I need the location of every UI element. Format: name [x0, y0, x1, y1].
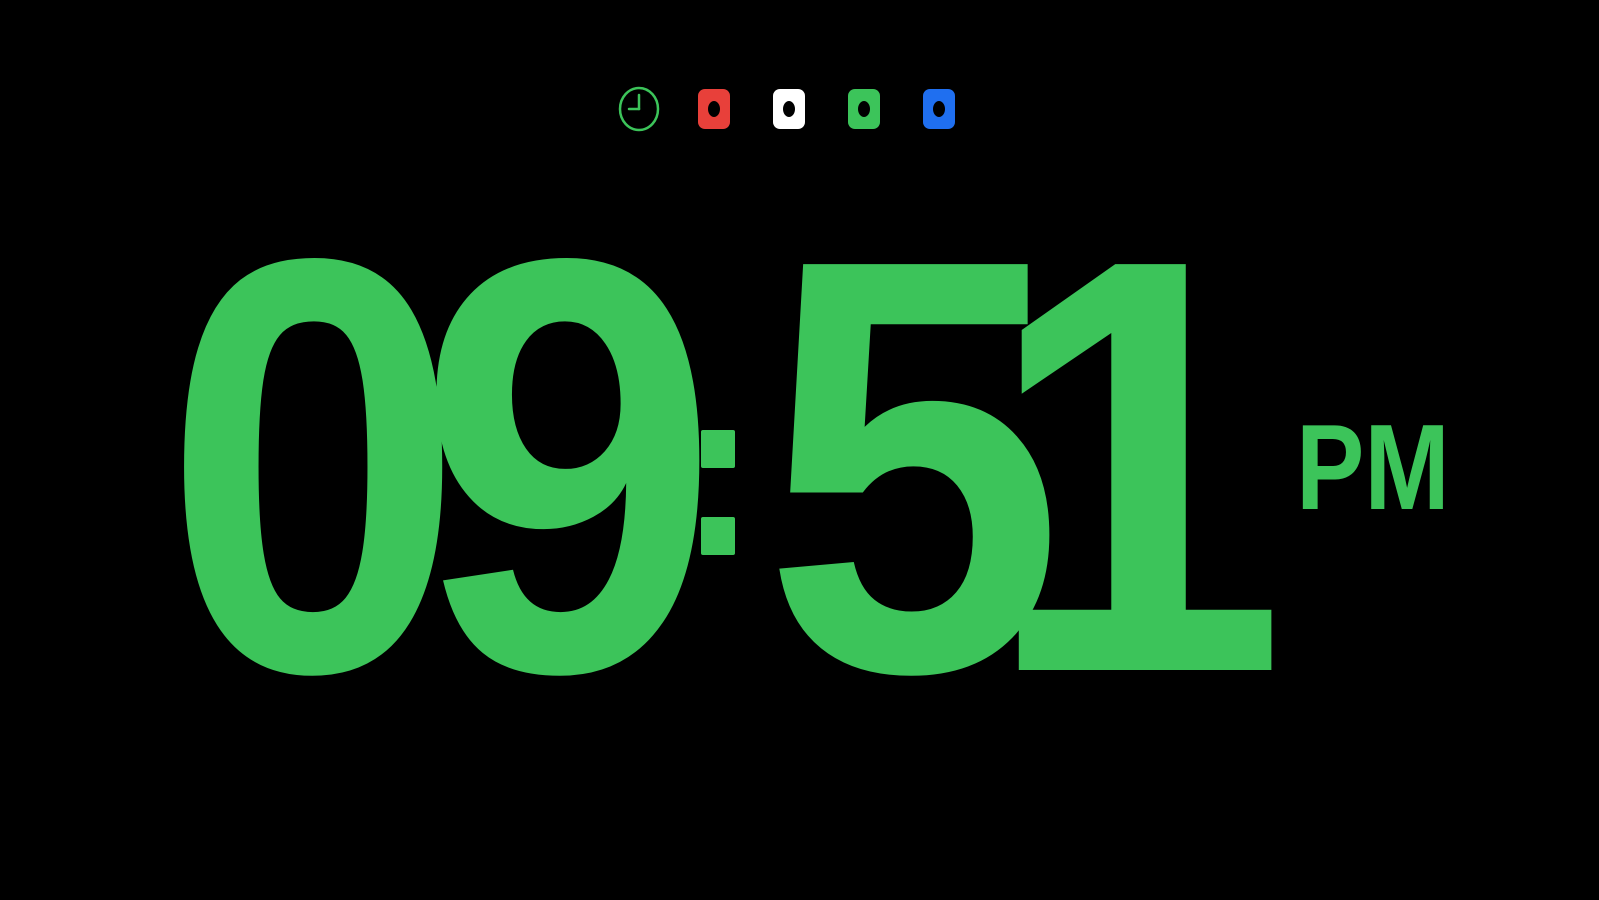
colon-bottom-dot — [701, 517, 735, 555]
hour-tens-digit: 0 — [162, 137, 465, 796]
am-pm-indicator: PM — [1296, 399, 1450, 535]
minute-tens-digit: 5 — [762, 137, 1065, 796]
clock-display: 0 9 5 1 PM — [0, 0, 1599, 900]
hour-ones-digit: 9 — [417, 137, 720, 796]
colon-top-dot — [701, 430, 735, 468]
minute-ones-digit: 1 — [984, 137, 1287, 796]
